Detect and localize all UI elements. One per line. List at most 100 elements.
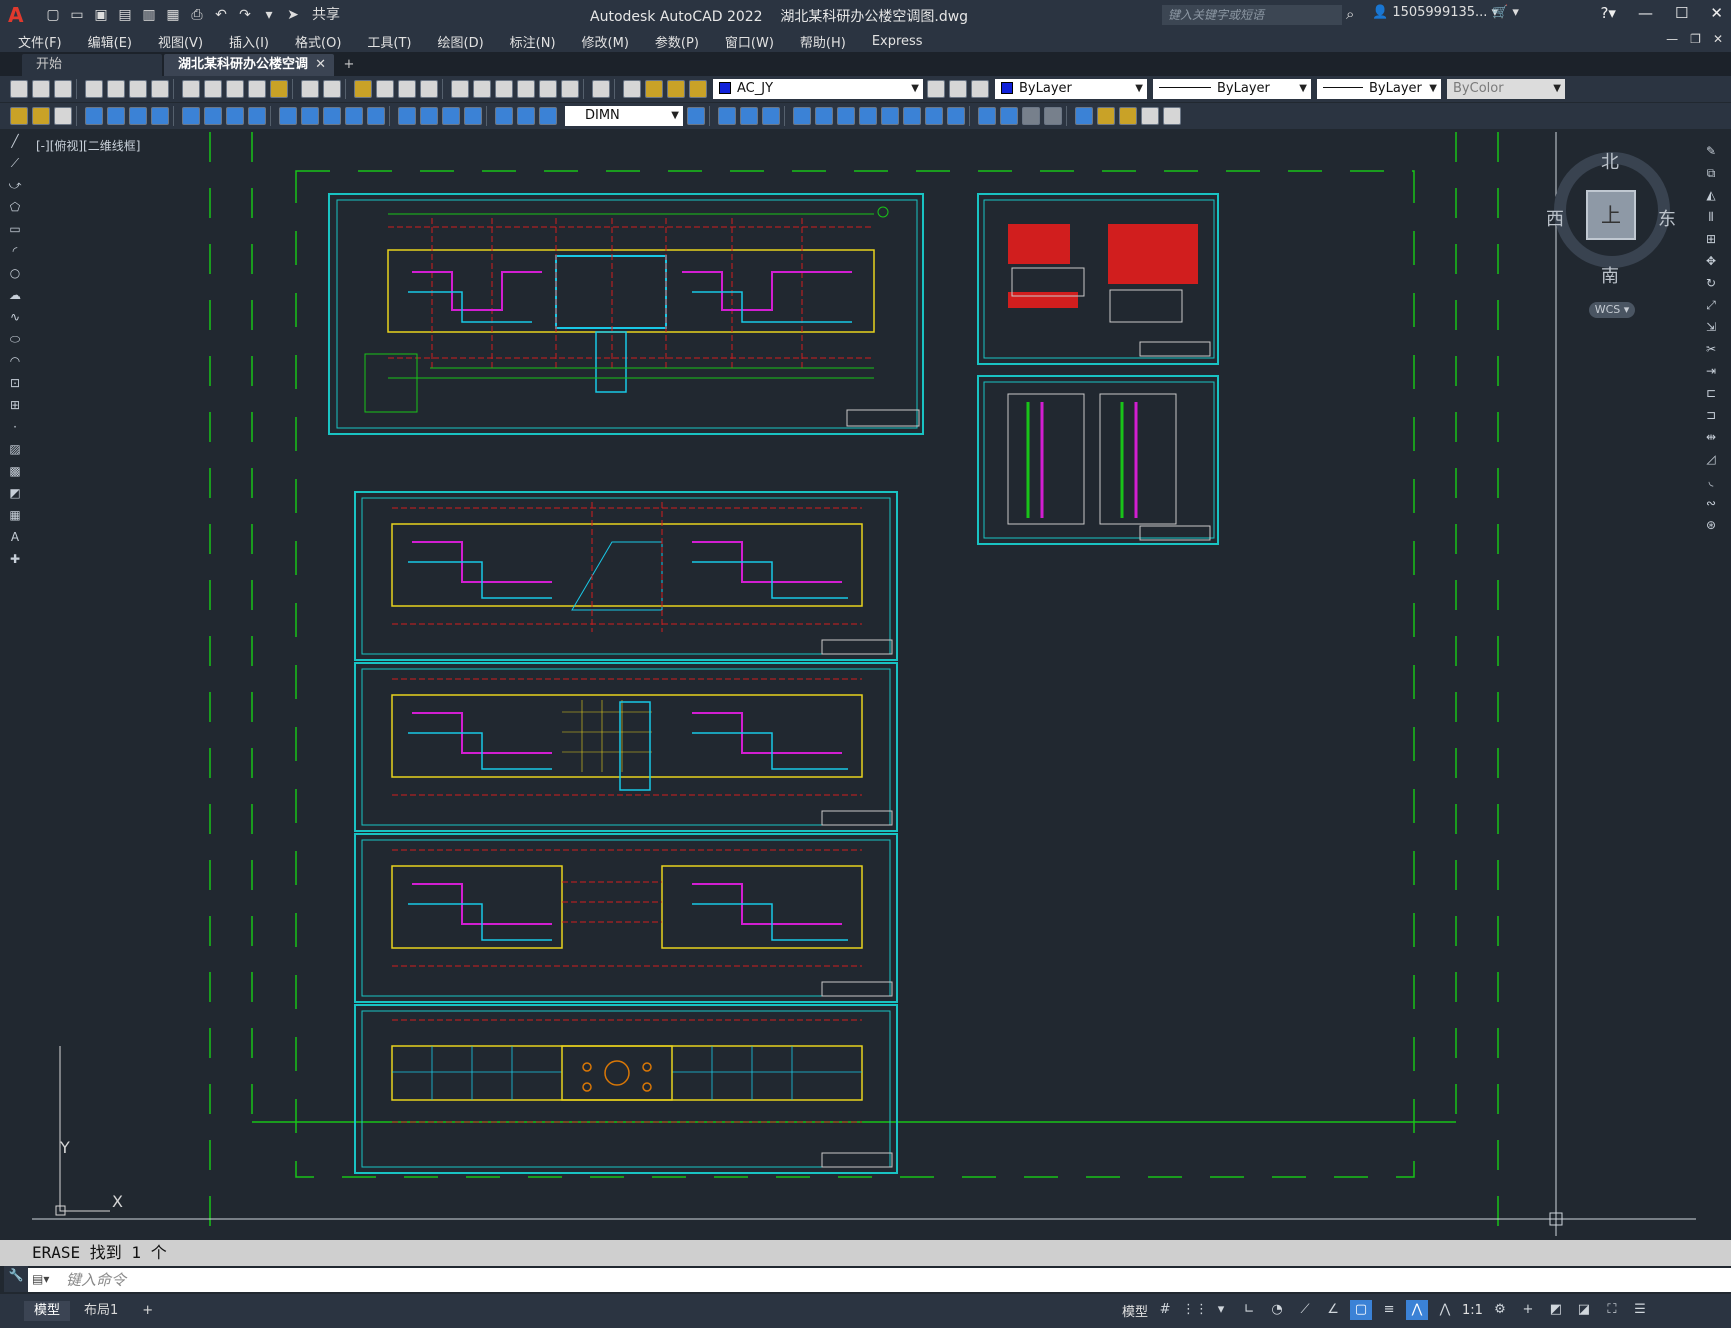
extend-tool-icon[interactable]: ⇥ (1703, 364, 1719, 382)
polygon-icon[interactable]: ⬠ (7, 200, 23, 218)
properties-icon[interactable] (451, 80, 469, 98)
break-at-point-icon[interactable]: ⊏ (1703, 386, 1719, 404)
insert-block-icon[interactable] (32, 107, 50, 125)
pan-icon[interactable] (354, 80, 372, 98)
hatch-tool-icon[interactable]: ▨ (7, 442, 23, 460)
modify-mirror-icon[interactable] (762, 107, 780, 125)
modify-array-icon[interactable] (815, 107, 833, 125)
ortho-icon[interactable]: ∟ (1238, 1300, 1260, 1320)
layer-previous-icon[interactable] (949, 80, 967, 98)
block-editor-icon[interactable] (270, 80, 288, 98)
save-icon[interactable]: ▣ (92, 6, 110, 24)
ellipse-icon[interactable]: ⬭ (7, 332, 23, 350)
menu-express[interactable]: Express (872, 34, 923, 49)
tab-drawing[interactable]: 湖北某科研办公楼空调图*✕ (164, 54, 334, 94)
object-snap-icon[interactable]: ▢ (1350, 1300, 1373, 1320)
polar-tracking-icon[interactable]: ◔ (1266, 1300, 1288, 1320)
make-current-icon[interactable] (927, 80, 945, 98)
move-tool-icon[interactable]: ✥ (1703, 254, 1719, 272)
view-3d-icon[interactable] (1075, 107, 1093, 125)
modify-scale-icon[interactable] (881, 107, 899, 125)
plotstyle-select[interactable]: ByColor ▼ (1447, 79, 1565, 99)
menu-tools[interactable]: 工具(T) (367, 32, 411, 51)
workspace-gear-icon[interactable]: ⚙ (1489, 1300, 1511, 1320)
modify-move-icon[interactable] (837, 107, 855, 125)
isodraft-icon[interactable]: ⟋ (1294, 1300, 1316, 1320)
menu-insert[interactable]: 插入(I) (229, 32, 269, 51)
undo-icon[interactable]: ↶ (212, 6, 230, 24)
copy-tool-icon[interactable]: ⧉ (1703, 166, 1719, 184)
ellipse-arc-icon[interactable]: ◠ (7, 354, 23, 372)
modify-rotate-icon[interactable] (859, 107, 877, 125)
menu-parametric[interactable]: 参数(P) (655, 32, 699, 51)
annotation-visibility-icon[interactable]: ⋀ (1406, 1300, 1429, 1320)
modify-erase-icon[interactable] (718, 107, 736, 125)
lineweight-select[interactable]: ByLayer ▼ (1317, 79, 1441, 99)
clean-screen-icon[interactable]: ⛶ (1601, 1300, 1623, 1320)
line-tool-icon[interactable]: ╱ (7, 134, 23, 152)
render-icon[interactable] (1097, 107, 1115, 125)
compass-east[interactable]: 东 (1658, 205, 1676, 231)
3d-print-icon[interactable] (151, 80, 169, 98)
menu-help[interactable]: 帮助(H) (800, 32, 846, 51)
grid-icon[interactable]: # (1154, 1300, 1176, 1320)
array-tool-icon[interactable]: ⊞ (1703, 232, 1719, 250)
menu-window[interactable]: 窗口(W) (725, 32, 774, 51)
add-selected-icon[interactable]: ✚ (7, 552, 23, 570)
dim-update-icon[interactable] (539, 107, 557, 125)
viewcube-top-face[interactable]: 上 (1586, 190, 1636, 240)
snap-mode-icon[interactable]: ⋮⋮ (1182, 1300, 1208, 1320)
infer-constraints-icon[interactable]: ▾ (1210, 1300, 1232, 1320)
subtract-icon[interactable] (1044, 107, 1062, 125)
zoom-realtime-icon[interactable] (376, 80, 394, 98)
tool-palettes-icon[interactable] (495, 80, 513, 98)
plot-icon[interactable]: ⎙ (188, 6, 206, 24)
match-properties-icon[interactable] (248, 80, 266, 98)
hardware-acceleration-icon[interactable]: ◪ (1573, 1300, 1595, 1320)
spline-icon[interactable]: ∿ (7, 310, 23, 328)
save-file-icon[interactable] (54, 80, 72, 98)
copy-icon[interactable] (204, 80, 222, 98)
menu-edit[interactable]: 编辑(E) (88, 32, 132, 51)
layer-lock-icon[interactable] (689, 80, 707, 98)
customize-icon[interactable]: ▾ (260, 6, 278, 24)
blend-curves-icon[interactable]: ∾ (1703, 496, 1719, 514)
offset-tool-icon[interactable]: ⫴ (1703, 210, 1719, 228)
dim-break-icon[interactable] (367, 107, 385, 125)
ordinate-dim-icon[interactable] (151, 107, 169, 125)
wcs-menu[interactable]: WCS ▾ (1589, 302, 1635, 318)
rotate-tool-icon[interactable]: ↻ (1703, 276, 1719, 294)
linetype-select[interactable]: ByLayer ▼ (1153, 79, 1311, 99)
trim-tool-icon[interactable]: ✂ (1703, 342, 1719, 360)
layer-select[interactable]: AC_JY ▼ (713, 79, 923, 99)
save-web-icon[interactable]: ▦ (164, 6, 182, 24)
continue-dim-icon[interactable] (323, 107, 341, 125)
auto-scale-icon[interactable]: ⋀ (1434, 1300, 1456, 1320)
compass-south[interactable]: 南 (1601, 262, 1619, 288)
baseline-dim-icon[interactable] (301, 107, 319, 125)
new-tab-button[interactable]: + (336, 54, 362, 76)
fillet-icon[interactable]: ◟ (1703, 474, 1719, 492)
modify-offset-icon[interactable] (793, 107, 811, 125)
construction-line-icon[interactable]: ⟋ (7, 156, 23, 174)
add-layout-button[interactable]: + (132, 1301, 163, 1321)
arc-length-dim-icon[interactable] (129, 107, 147, 125)
cart-icon[interactable]: 🛒 ▾ (1492, 5, 1519, 20)
command-input[interactable]: 键入命令 (28, 1268, 1731, 1292)
doc-restore-button[interactable]: ❐ (1690, 32, 1701, 46)
inspection-icon[interactable] (442, 107, 460, 125)
autocad-logo-icon[interactable]: A (8, 3, 32, 27)
tolerance-icon[interactable] (398, 107, 416, 125)
menu-draw[interactable]: 绘图(D) (438, 32, 484, 51)
modify-copy-icon[interactable] (740, 107, 758, 125)
share-button[interactable]: 共享 (312, 6, 340, 24)
layer-state-icon[interactable] (971, 80, 989, 98)
jogged-dim-icon[interactable] (204, 107, 222, 125)
new-icon[interactable]: ▢ (44, 6, 62, 24)
help-icon[interactable]: ?▾ (1600, 4, 1616, 22)
make-block-icon[interactable]: ⊞ (7, 398, 23, 416)
customization-menu-icon[interactable]: ☰ (1629, 1300, 1651, 1320)
tab-layout1[interactable]: 布局1 (74, 1301, 128, 1321)
angular-dim-icon[interactable] (248, 107, 266, 125)
quick-dim-icon[interactable] (279, 107, 297, 125)
